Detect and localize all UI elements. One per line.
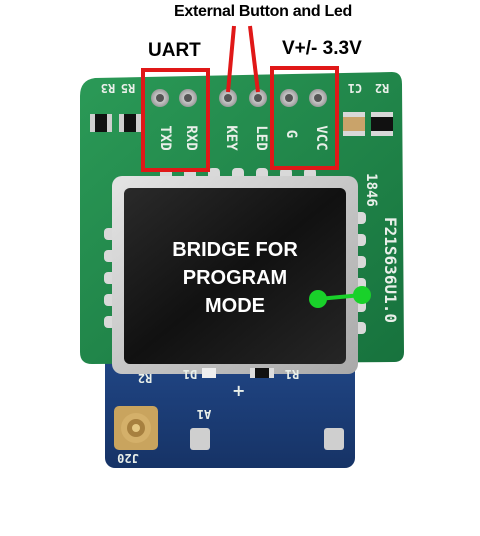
silk-r2-bottom: R2 — [138, 371, 152, 385]
silk-a1: A1 — [197, 407, 211, 421]
silk-d1: D1 — [183, 367, 197, 381]
bridge-line-1: BRIDGE FOR — [172, 239, 298, 261]
silk-vcc: VCC — [313, 125, 329, 150]
silk-year: 1846 — [363, 173, 379, 207]
silk-r5: R5 — [121, 81, 135, 95]
silk-part-no: F21S636U1.0 — [381, 217, 400, 323]
antenna-pad-left — [190, 428, 210, 450]
uart-label: UART — [148, 40, 201, 61]
silk-r1: R1 — [285, 367, 299, 381]
silk-r2-top: R2 — [375, 81, 389, 95]
plus-mark: + — [232, 381, 245, 400]
silk-key: KEY — [223, 125, 239, 151]
silk-txd: TXD — [157, 125, 173, 150]
silk-led: LED — [253, 125, 269, 150]
led-d1 — [202, 368, 216, 378]
bridge-text-block: BRIDGE FOR PROGRAM MODE — [150, 236, 320, 320]
silk-c1: C1 — [348, 81, 362, 95]
ufl-connector — [114, 406, 158, 450]
silk-g: G — [283, 130, 299, 138]
bridge-dot-right — [353, 286, 371, 304]
photo-stage: R3 R5 C1 R2 TXD RXD KEY LED G VCC 1846 F… — [0, 0, 480, 536]
antenna-pad-right — [324, 428, 344, 450]
silk-r3: R3 — [101, 81, 115, 95]
silk-rxd: RXD — [183, 125, 199, 150]
bridge-line-3: MODE — [205, 295, 265, 317]
bridge-line-2: PROGRAM — [182, 267, 288, 289]
top-callout-label: External Button and Led — [174, 3, 352, 20]
power-label: V+/- 3.3V — [282, 38, 362, 59]
silk-j20: J20 — [117, 451, 139, 465]
